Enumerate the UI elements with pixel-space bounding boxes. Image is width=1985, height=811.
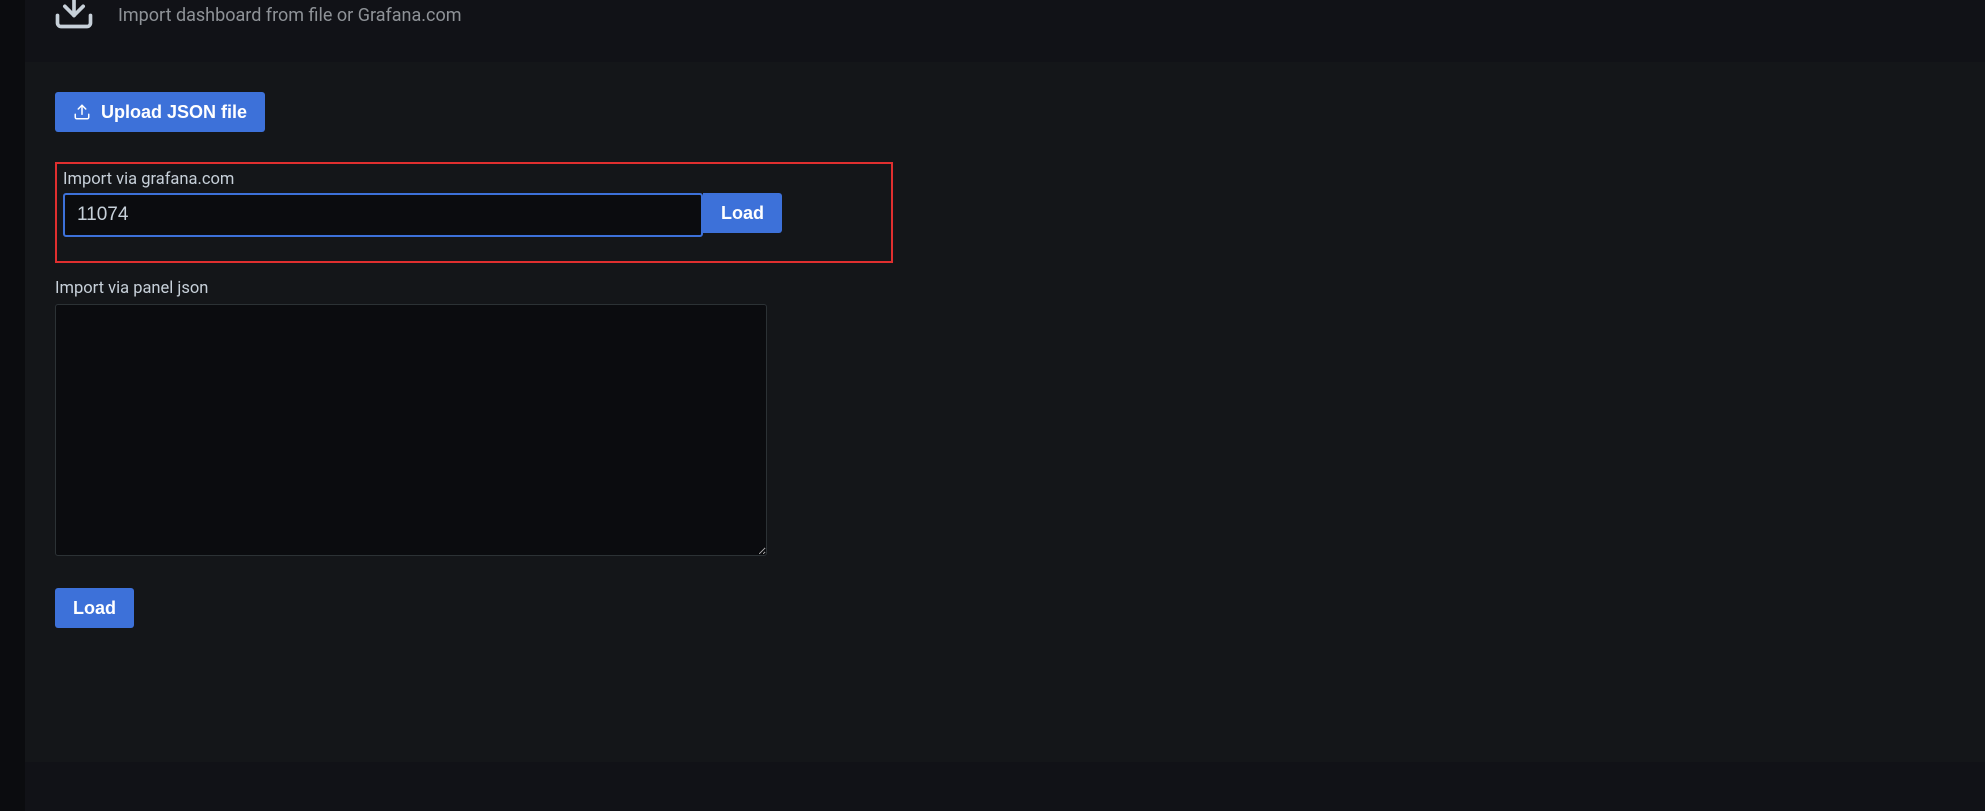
- left-nav-strip: [0, 0, 25, 811]
- grafana-import-label: Import via grafana.com: [63, 170, 885, 189]
- grafana-id-input[interactable]: [63, 193, 703, 237]
- load-button[interactable]: Load: [55, 588, 134, 628]
- panel-json-label: Import via panel json: [55, 279, 767, 298]
- upload-json-button[interactable]: Upload JSON file: [55, 92, 265, 132]
- upload-icon: [73, 103, 91, 121]
- page-header: Import dashboard from file or Grafana.co…: [50, 0, 462, 40]
- grafana-import-highlight: Import via grafana.com Load: [55, 162, 893, 263]
- panel-json-textarea[interactable]: [55, 304, 767, 556]
- upload-json-label: Upload JSON file: [101, 102, 247, 123]
- page-subtitle: Import dashboard from file or Grafana.co…: [118, 5, 462, 26]
- import-form-panel: Upload JSON file Import via grafana.com …: [25, 62, 1985, 762]
- import-icon: [50, 0, 98, 34]
- grafana-load-button[interactable]: Load: [703, 193, 782, 233]
